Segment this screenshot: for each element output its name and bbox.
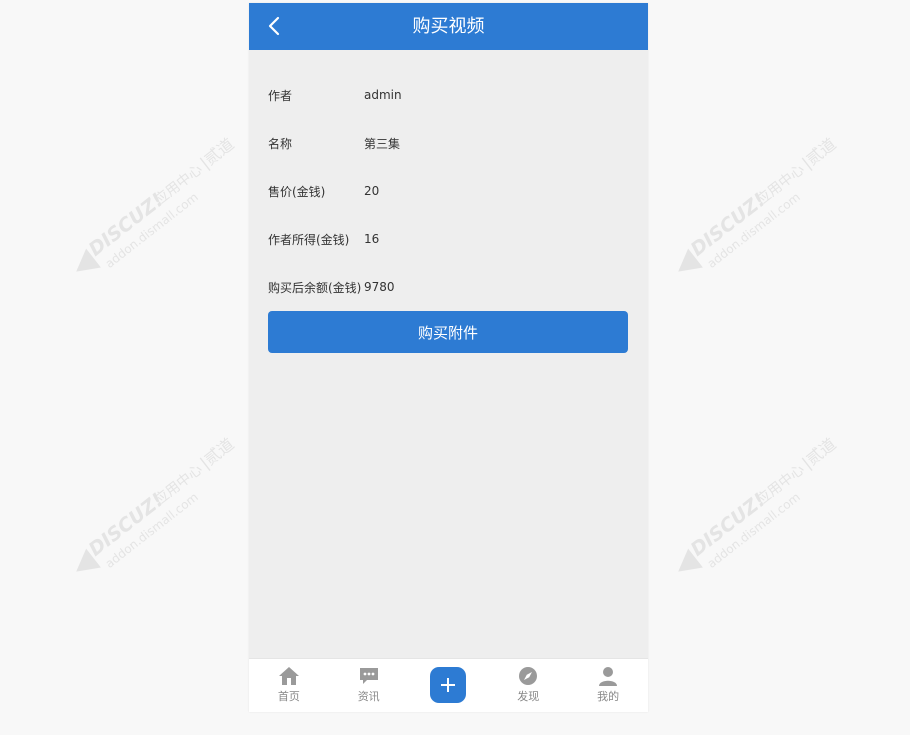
tab-label: 发现 <box>517 690 540 703</box>
info-label: 名称 <box>268 136 293 151</box>
info-label: 作者所得(金钱) <box>268 232 350 247</box>
chat-icon <box>358 666 380 686</box>
header-bar: 购买视频 <box>249 3 648 50</box>
svg-text:addon.dismall.com: addon.dismall.com <box>103 190 201 271</box>
svg-text:应用中心: 应用中心 <box>151 461 206 509</box>
svg-text:|贰道: |贰道 <box>798 134 839 172</box>
chevron-left-icon <box>268 16 280 36</box>
svg-text:|贰道: |贰道 <box>798 434 839 472</box>
info-label: 作者 <box>268 88 293 103</box>
tab-label: 首页 <box>277 690 300 703</box>
mobile-page: 购买视频 作者 admin 名称 第三集 售价(金钱) 20 作者所得(金钱) <box>249 3 648 712</box>
back-button[interactable] <box>259 11 289 41</box>
svg-text:DISCUZ!: DISCUZ! <box>687 189 770 261</box>
svg-text:addon.dismall.com: addon.dismall.com <box>705 490 803 571</box>
info-value: 16 <box>364 232 380 246</box>
svg-text:DISCUZ!: DISCUZ! <box>687 489 770 561</box>
tab-label: 资讯 <box>357 690 380 703</box>
home-icon <box>278 666 300 686</box>
buy-attachment-button[interactable]: 购买附件 <box>268 311 628 353</box>
svg-text:DISCUZ!: DISCUZ! <box>85 189 168 261</box>
user-icon <box>597 666 619 686</box>
plus-icon <box>441 678 456 692</box>
info-row-name: 名称 第三集 <box>268 119 628 167</box>
info-row-author: 作者 admin <box>268 71 628 119</box>
watermark-logo: DISCUZ! 应用中心 |贰道 addon.dismall.com <box>76 434 238 572</box>
watermark-logo: DISCUZ! 应用中心 |贰道 addon.dismall.com <box>678 134 840 272</box>
svg-text:DISCUZ!: DISCUZ! <box>85 489 168 561</box>
info-row-balance-after: 购买后余额(金钱) 9780 <box>268 263 628 311</box>
svg-text:应用中心: 应用中心 <box>753 461 808 509</box>
svg-text:addon.dismall.com: addon.dismall.com <box>103 490 201 571</box>
info-value: admin <box>364 88 402 102</box>
svg-text:应用中心: 应用中心 <box>151 161 206 209</box>
info-label: 购买后余额(金钱) <box>268 280 362 295</box>
tab-discover[interactable]: 发现 <box>488 659 568 712</box>
compass-icon <box>517 666 539 686</box>
plus-button[interactable] <box>430 667 467 703</box>
info-value: 9780 <box>364 280 395 294</box>
tab-home[interactable]: 首页 <box>249 659 329 712</box>
tab-me[interactable]: 我的 <box>568 659 648 712</box>
svg-text:|贰道: |贰道 <box>196 434 237 472</box>
info-label: 售价(金钱) <box>268 184 326 199</box>
info-value: 第三集 <box>364 136 401 151</box>
svg-text:addon.dismall.com: addon.dismall.com <box>705 190 803 271</box>
svg-text:|贰道: |贰道 <box>196 134 237 172</box>
screen: DISCUZ! 应用中心 |贰道 addon.dismall.com DISCU… <box>0 0 910 735</box>
bottom-tab-bar: 首页 资讯 发现 我的 <box>249 658 648 712</box>
tab-news[interactable]: 资讯 <box>329 659 409 712</box>
info-row-author-income: 作者所得(金钱) 16 <box>268 215 628 263</box>
watermark-logo: DISCUZ! 应用中心 |贰道 addon.dismall.com <box>678 434 840 572</box>
purchase-info: 作者 admin 名称 第三集 售价(金钱) 20 作者所得(金钱) 16 购买… <box>268 71 628 311</box>
tab-label: 我的 <box>597 690 620 703</box>
svg-text:应用中心: 应用中心 <box>753 161 808 209</box>
tab-post[interactable] <box>409 659 489 712</box>
info-row-price: 售价(金钱) 20 <box>268 167 628 215</box>
page-title: 购买视频 <box>412 16 485 37</box>
info-value: 20 <box>364 184 380 198</box>
watermark-logo: DISCUZ! 应用中心 |贰道 addon.dismall.com <box>76 134 238 272</box>
